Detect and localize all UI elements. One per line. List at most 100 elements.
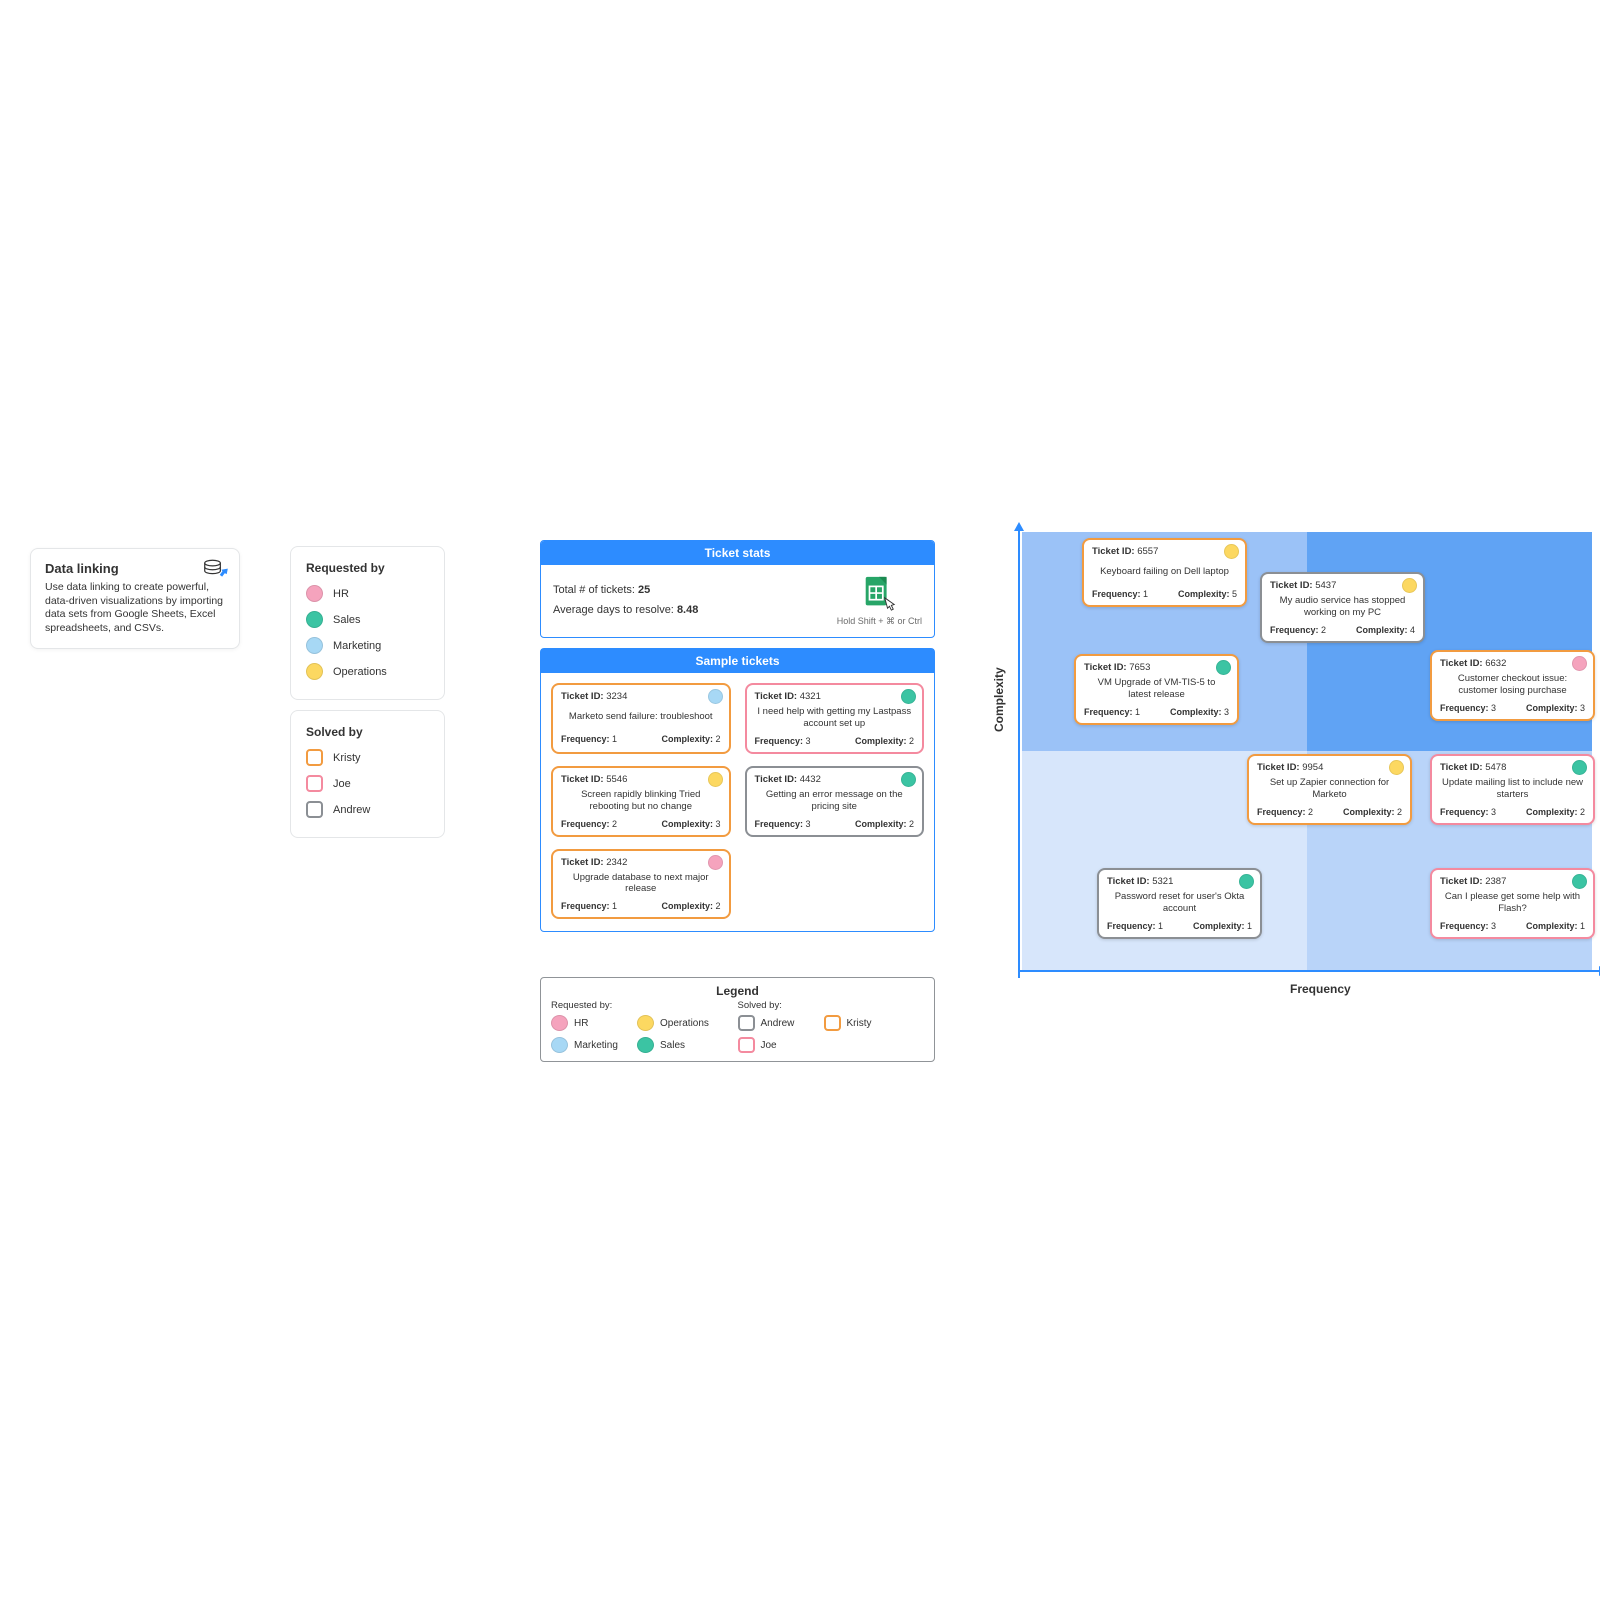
ticket-frequency: Frequency: 1 [561, 901, 617, 911]
requested-label: Operations [333, 666, 387, 678]
ticket-complexity: Complexity: 3 [661, 819, 720, 829]
ticket-description: Keyboard failing on Dell laptop [1094, 561, 1235, 583]
department-dot-icon [1239, 874, 1254, 889]
department-dot-icon [1572, 760, 1587, 775]
ticket-card[interactable]: Ticket ID: 6632Customer checkout issue: … [1430, 650, 1595, 721]
sample-tickets-panel: Sample tickets Ticket ID: 3234Marketo se… [540, 648, 935, 932]
ticket-frequency: Frequency: 3 [1440, 703, 1496, 713]
legend-requested-label: Requested by: [551, 1000, 738, 1011]
legend-item: Joe [738, 1037, 810, 1053]
legend-item: HR [551, 1015, 623, 1031]
x-axis [1018, 970, 1600, 972]
data-linking-body: Use data linking to create powerful, dat… [45, 581, 225, 636]
department-dot-icon [306, 585, 323, 602]
ticket-stats-title: Ticket stats [541, 541, 934, 565]
ticket-card[interactable]: Ticket ID: 4432 Getting an error message … [745, 766, 925, 837]
solved-item[interactable]: Joe [306, 775, 429, 792]
department-dot-icon [1572, 656, 1587, 671]
ticket-description: Password reset for user's Okta account [1109, 891, 1250, 915]
solved-label: Joe [333, 778, 351, 790]
department-dot-icon [1224, 544, 1239, 559]
ticket-complexity: Complexity: 2 [1343, 807, 1402, 817]
legend-item: Sales [637, 1037, 709, 1053]
ticket-description: Set up Zapier connection for Marketo [1259, 777, 1400, 801]
total-tickets-label: Total # of tickets: [553, 584, 635, 596]
requested-item[interactable]: HR [306, 585, 429, 602]
solver-square-icon [306, 749, 323, 766]
legend-panel: Legend Requested by: HROperationsMarketi… [540, 977, 935, 1062]
ticket-id: Ticket ID: 9954 [1257, 762, 1402, 773]
ticket-id: Ticket ID: 7653 [1084, 662, 1229, 673]
ticket-frequency: Frequency: 2 [1257, 807, 1313, 817]
ticket-id: Ticket ID: 6557 [1092, 546, 1237, 557]
ticket-id: Ticket ID: 5437 [1270, 580, 1415, 591]
ticket-frequency: Frequency: 1 [1107, 921, 1163, 931]
google-sheets-icon[interactable] [860, 575, 898, 613]
ticket-description: Marketo send failure: troubleshoot [563, 706, 719, 728]
ticket-frequency: Frequency: 3 [1440, 807, 1496, 817]
ticket-card[interactable]: Ticket ID: 2387 Can I please get some hel… [1430, 868, 1595, 939]
requested-by-title: Requested by [306, 561, 429, 575]
y-axis [1018, 526, 1020, 978]
solved-item[interactable]: Andrew [306, 801, 429, 818]
ticket-id: Ticket ID: 2342 [561, 857, 721, 868]
solved-item[interactable]: Kristy [306, 749, 429, 766]
requested-label: Marketing [333, 640, 381, 652]
avg-resolve-label: Average days to resolve: [553, 604, 674, 616]
ticket-card[interactable]: Ticket ID: 9954 Set up Zapier connection … [1247, 754, 1412, 825]
ticket-card[interactable]: Ticket ID: 7653 VM Upgrade of VM-TIS-5 to… [1074, 654, 1239, 725]
ticket-description: Can I please get some help with Flash? [1442, 891, 1583, 915]
ticket-description: Update mailing list to include new start… [1442, 777, 1583, 801]
ticket-description: My audio service has stopped working on … [1272, 595, 1413, 619]
ticket-card[interactable]: Ticket ID: 4321I need help with getting … [745, 683, 925, 754]
department-dot-icon [1572, 874, 1587, 889]
department-dot-icon [708, 689, 723, 704]
ticket-complexity: Complexity: 2 [855, 819, 914, 829]
avg-resolve-value: 8.48 [677, 604, 698, 616]
ticket-id: Ticket ID: 4432 [755, 774, 915, 785]
ticket-card[interactable]: Ticket ID: 5437 My audio service has stop… [1260, 572, 1425, 643]
total-tickets-value: 25 [638, 584, 650, 596]
ticket-card[interactable]: Ticket ID: 6557 Keyboard failing on Dell … [1082, 538, 1247, 607]
ticket-card[interactable]: Ticket ID: 2342Upgrade database to next … [551, 849, 731, 920]
legend-item: Kristy [824, 1015, 896, 1031]
requested-item[interactable]: Marketing [306, 637, 429, 654]
department-dot-icon [637, 1015, 654, 1031]
solved-label: Andrew [333, 804, 370, 816]
ticket-id: Ticket ID: 2387 [1440, 876, 1585, 887]
legend-title: Legend [551, 984, 924, 998]
data-linking-title: Data linking [45, 561, 225, 576]
solver-square-icon [738, 1015, 755, 1031]
quadrant-chart[interactable]: Complexity Frequency Ticket ID: 6557Keyb… [990, 532, 1600, 1002]
ticket-complexity: Complexity: 2 [661, 901, 720, 911]
ticket-id: Ticket ID: 5321 [1107, 876, 1252, 887]
ticket-description: Getting an error message on the pricing … [757, 789, 913, 813]
solver-square-icon [824, 1015, 841, 1031]
ticket-card[interactable]: Ticket ID: 5321 Password reset for user's… [1097, 868, 1262, 939]
requested-item[interactable]: Operations [306, 663, 429, 680]
requested-item[interactable]: Sales [306, 611, 429, 628]
solved-label: Kristy [333, 752, 361, 764]
ticket-frequency: Frequency: 3 [1440, 921, 1496, 931]
ticket-card[interactable]: Ticket ID: 5478 Update mailing list to in… [1430, 754, 1595, 825]
ticket-description: VM Upgrade of VM-TIS-5 to latest release [1086, 677, 1227, 701]
ticket-id: Ticket ID: 4321 [755, 691, 915, 702]
ticket-id: Ticket ID: 5478 [1440, 762, 1585, 773]
department-dot-icon [901, 689, 916, 704]
ticket-card[interactable]: Ticket ID: 5546Screen rapidly blinking T… [551, 766, 731, 837]
ticket-complexity: Complexity: 3 [1170, 707, 1229, 717]
department-dot-icon [708, 772, 723, 787]
data-linking-icon [203, 559, 229, 581]
department-dot-icon [637, 1037, 654, 1053]
requested-label: HR [333, 588, 349, 600]
ticket-complexity: Complexity: 1 [1526, 921, 1585, 931]
ticket-id: Ticket ID: 3234 [561, 691, 721, 702]
keyboard-hint: Hold Shift + ⌘ or Ctrl [837, 616, 922, 627]
ticket-card[interactable]: Ticket ID: 3234 Marketo send failure: tro… [551, 683, 731, 754]
ticket-frequency: Frequency: 3 [755, 819, 811, 829]
arrow-up-icon [1014, 522, 1024, 531]
y-axis-label: Complexity [992, 667, 1006, 732]
ticket-frequency: Frequency: 2 [1270, 625, 1326, 635]
ticket-complexity: Complexity: 4 [1356, 625, 1415, 635]
data-linking-card[interactable]: Data linking Use data linking to create … [30, 548, 240, 649]
